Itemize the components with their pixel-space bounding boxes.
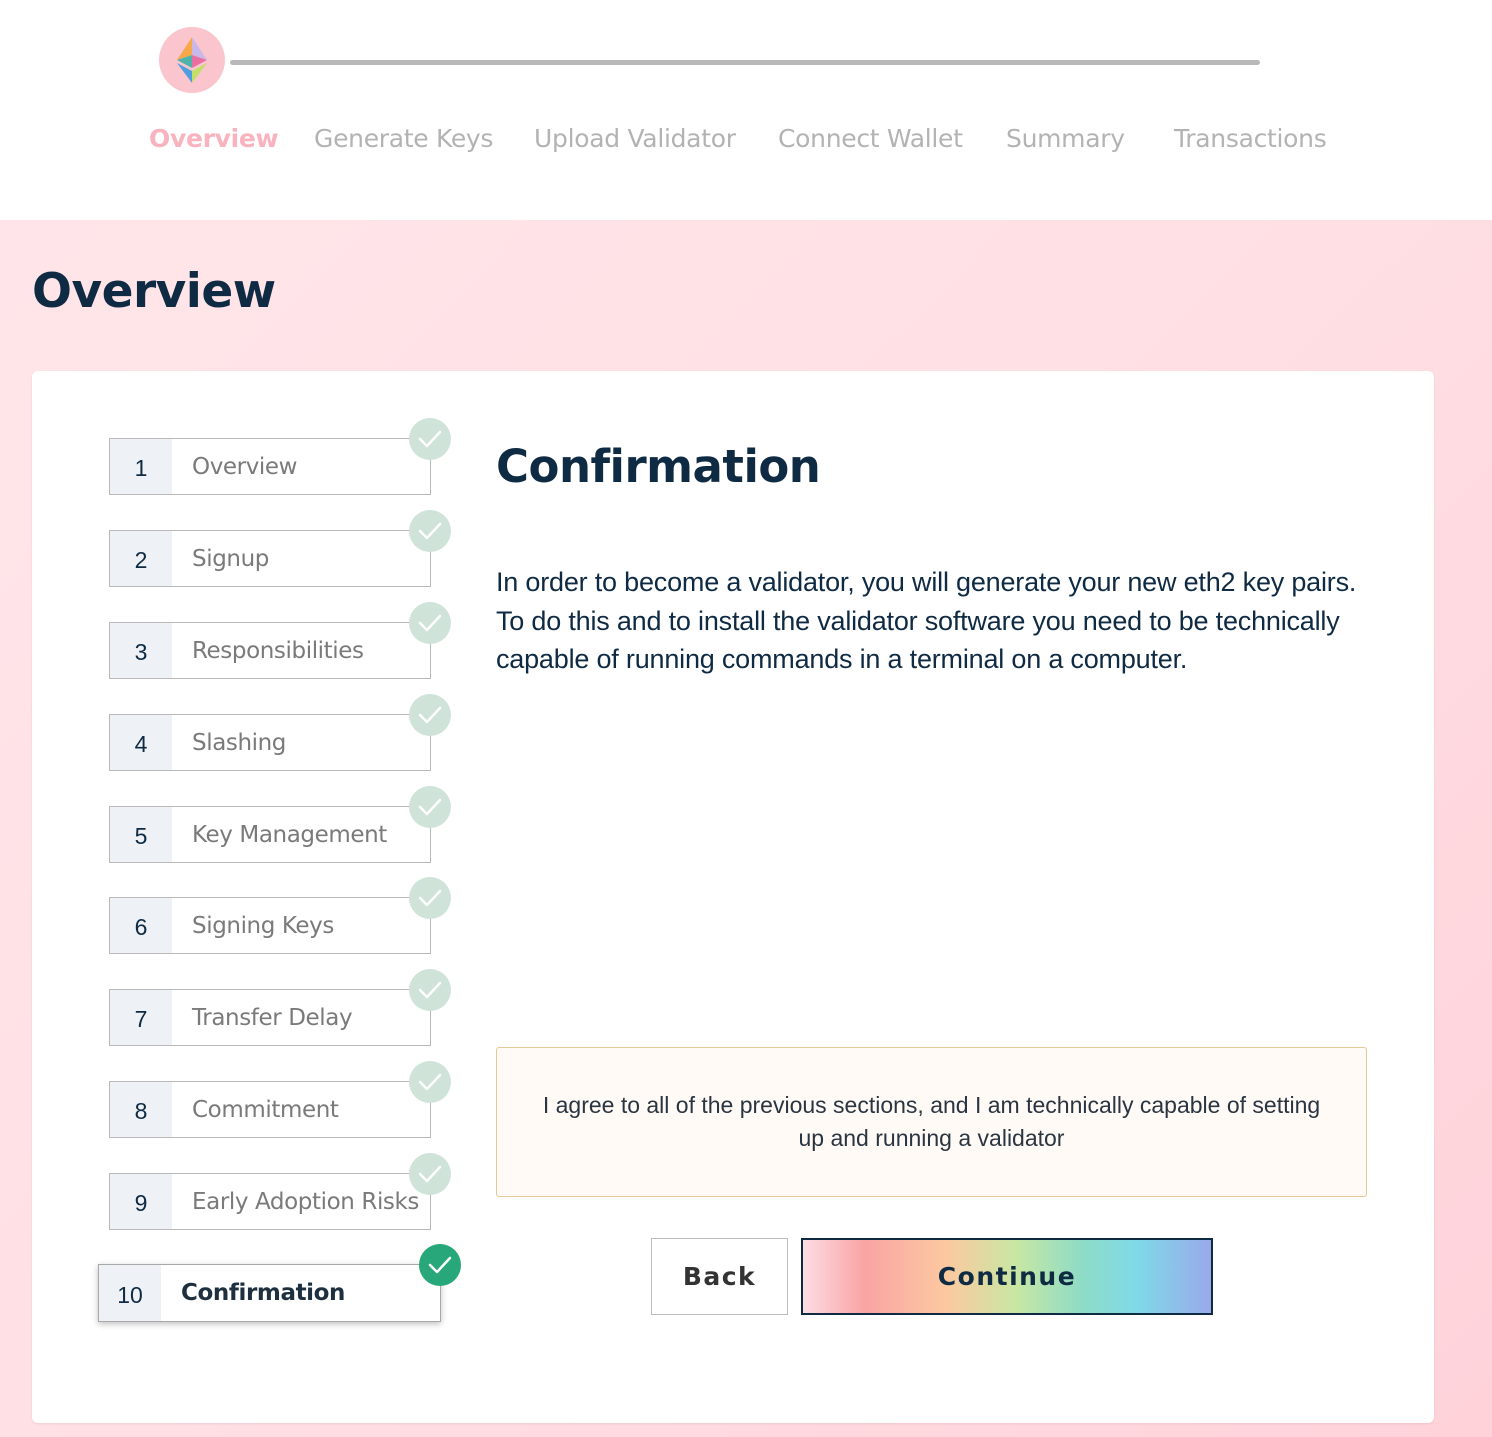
- item-number: 4: [110, 715, 172, 770]
- checklist-item-confirmation[interactable]: 10 Confirmation: [98, 1244, 461, 1322]
- step-tab-connect-wallet[interactable]: Connect Wallet: [778, 124, 963, 158]
- checklist-item-signup[interactable]: 2 Signup: [109, 510, 451, 587]
- item-label: Confirmation: [181, 1280, 346, 1306]
- item-label: Commitment: [192, 1096, 339, 1123]
- item-label: Responsibilities: [192, 637, 364, 664]
- item-number: 5: [110, 807, 172, 862]
- item-label: Early Adoption Risks: [192, 1188, 420, 1215]
- item-number: 9: [110, 1174, 172, 1229]
- check-icon: [409, 1061, 451, 1103]
- check-icon: [419, 1244, 461, 1286]
- item-number: 3: [110, 623, 172, 678]
- back-button[interactable]: Back: [651, 1238, 788, 1315]
- item-label: Overview: [192, 453, 298, 480]
- top-stepper: Overview Generate Keys Upload Validator …: [0, 0, 1492, 220]
- agreement-checkbox[interactable]: I agree to all of the previous sections,…: [496, 1047, 1367, 1197]
- step-tab-overview[interactable]: Overview: [149, 124, 279, 158]
- item-label: Signup: [192, 545, 269, 572]
- step-tab-summary[interactable]: Summary: [1006, 124, 1125, 158]
- check-icon: [409, 969, 451, 1011]
- check-icon: [409, 418, 451, 460]
- checklist-item-slashing[interactable]: 4 Slashing: [109, 694, 451, 771]
- step-tab-generate-keys[interactable]: Generate Keys: [314, 124, 493, 158]
- item-number: 6: [110, 898, 172, 953]
- item-label: Signing Keys: [192, 912, 334, 939]
- item-number: 2: [110, 531, 172, 586]
- check-icon: [409, 602, 451, 644]
- agreement-text: I agree to all of the previous sections,…: [542, 1092, 1321, 1151]
- check-icon: [409, 786, 451, 828]
- item-number: 8: [110, 1082, 172, 1137]
- step-tab-upload-validator[interactable]: Upload Validator: [534, 124, 736, 158]
- continue-button[interactable]: Continue: [801, 1238, 1213, 1315]
- checklist-item-transfer-delay[interactable]: 7 Transfer Delay: [109, 969, 451, 1046]
- checklist-item-key-management[interactable]: 5 Key Management: [109, 786, 451, 863]
- check-icon: [409, 1153, 451, 1195]
- check-icon: [409, 694, 451, 736]
- checklist-item-responsibilities[interactable]: 3 Responsibilities: [109, 602, 451, 679]
- item-number: 1: [110, 439, 172, 494]
- item-label: Slashing: [192, 729, 287, 756]
- checklist-item-overview[interactable]: 1 Overview: [109, 418, 451, 495]
- checklist-item-early-adoption-risks[interactable]: 9 Early Adoption Risks: [109, 1153, 451, 1230]
- checklist-item-signing-keys[interactable]: 6 Signing Keys: [109, 877, 451, 954]
- item-number: 10: [99, 1265, 161, 1321]
- item-label: Key Management: [192, 821, 387, 848]
- progress-track: [230, 60, 1260, 65]
- check-icon: [409, 877, 451, 919]
- step-tab-transactions[interactable]: Transactions: [1174, 124, 1327, 158]
- ethereum-icon: [159, 27, 225, 93]
- item-label: Transfer Delay: [192, 1004, 353, 1031]
- page-title: Overview: [32, 264, 276, 319]
- check-icon: [409, 510, 451, 552]
- section-title: Confirmation: [496, 440, 821, 493]
- section-description: In order to become a validator, you will…: [496, 567, 1357, 674]
- item-number: 7: [110, 990, 172, 1045]
- checklist-item-commitment[interactable]: 8 Commitment: [109, 1061, 451, 1138]
